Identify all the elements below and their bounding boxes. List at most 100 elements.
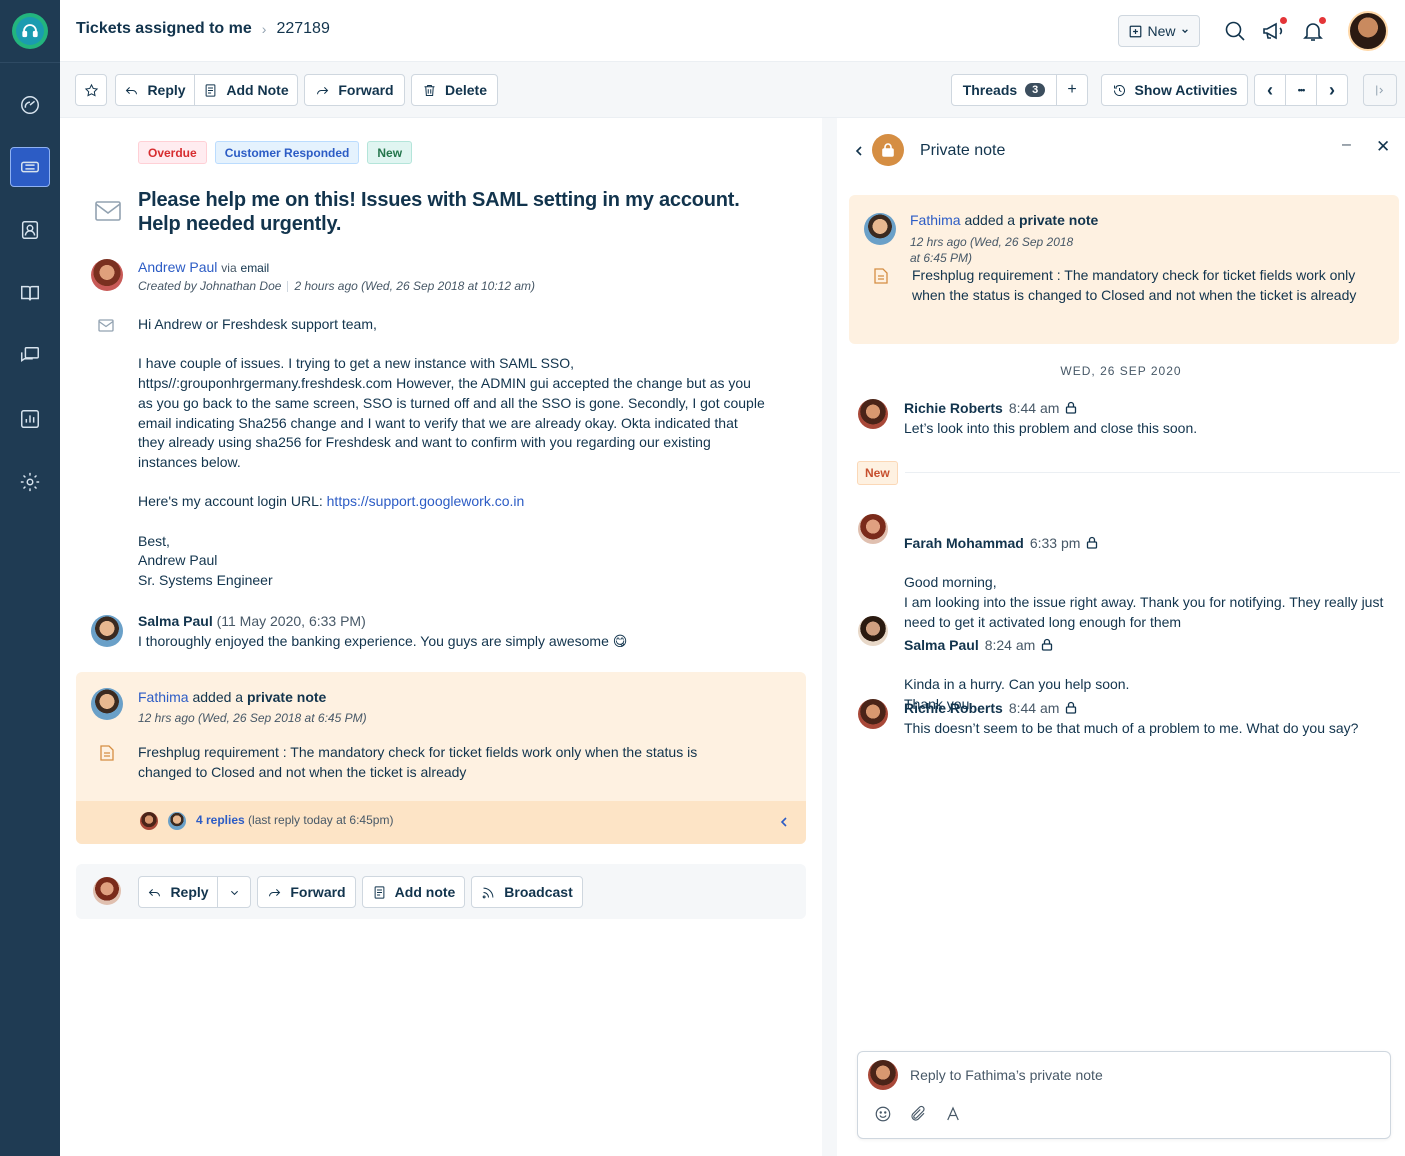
close-icon[interactable]: ✕: [1376, 137, 1390, 157]
add-thread-button[interactable]: +: [1056, 74, 1088, 106]
private-note-reply-box[interactable]: Reply to Fathima’s private note: [857, 1051, 1391, 1139]
login-url-link[interactable]: https://support.googlework.co.in: [327, 493, 525, 509]
add-note-button[interactable]: Add note: [362, 876, 465, 908]
note-body: Freshplug requirement : The mandatory ch…: [138, 744, 698, 780]
chevron-left-icon[interactable]: [778, 816, 790, 828]
forward-icon: [317, 86, 329, 94]
ticket-subject: Please help me on this! Issues with SAML…: [138, 189, 740, 235]
delete-button[interactable]: Delete: [411, 74, 498, 106]
ticket-toolbar: Reply Add Note Forward Delete Threads 3 …: [60, 62, 1405, 118]
announcement-dot: [1280, 17, 1287, 24]
fathima-avatar: [864, 213, 896, 245]
current-user-avatar: [868, 1060, 898, 1090]
body-paragraph: I have couple of issues. I trying to get…: [138, 355, 765, 470]
nav-dashboard-icon[interactable]: [10, 85, 50, 125]
next-ticket-button[interactable]: ›: [1316, 74, 1348, 106]
ticket-author-line: Andrew Paul via email: [138, 259, 269, 275]
top-header: Tickets assigned to me › 227189 New: [60, 0, 1405, 62]
thread-message: Richie Roberts 8:44 am This doesn’t seem …: [904, 699, 1384, 738]
delete-button-label: Delete: [444, 82, 488, 98]
show-activities-button[interactable]: Show Activities: [1101, 74, 1248, 106]
nav-contacts-icon[interactable]: [10, 210, 50, 250]
sign-best: Best,: [138, 532, 170, 549]
breadcrumb: Tickets assigned to me › 227189: [76, 20, 330, 38]
trash-icon: [424, 84, 435, 96]
message-time: 6:33 pm: [1029, 534, 1081, 551]
toggle-sidebar-button[interactable]: [1363, 74, 1397, 106]
announcement-icon[interactable]: [1259, 17, 1287, 45]
nav-tickets-icon[interactable]: [10, 147, 50, 187]
reply-button[interactable]: Reply: [138, 876, 218, 908]
farah-mohammad-avatar: [858, 514, 888, 544]
forward-button[interactable]: Forward: [257, 876, 356, 908]
more-options-button[interactable]: •••: [1285, 74, 1317, 106]
date-separator: WED, 26 SEP 2020: [1060, 364, 1182, 378]
threads-count-badge: 3: [1025, 83, 1046, 97]
panel-note-body: Freshplug requirement : The mandatory ch…: [912, 267, 1357, 303]
ticket-main: Overdue Customer Responded New Please he…: [60, 118, 837, 1156]
replies-link[interactable]: 4 replies: [196, 813, 245, 827]
forward-icon: [269, 888, 281, 896]
reply-author-line: Salma Paul (11 May 2020, 6:33 PM): [138, 613, 366, 629]
message-time: 8:44 am: [1008, 400, 1060, 416]
note-file-icon: [874, 268, 888, 284]
text-format-icon[interactable]: [944, 1105, 964, 1125]
star-button[interactable]: [75, 74, 107, 106]
note-author-line: Fathima added a private note: [138, 689, 326, 705]
history-icon: [1113, 84, 1125, 96]
reply-button[interactable]: Reply: [115, 74, 195, 106]
app-logo[interactable]: [12, 13, 48, 49]
note-meta: 12 hrs ago (Wed, 26 Sep 2018 at 6:45 PM): [138, 711, 367, 725]
search-icon[interactable]: [1221, 17, 1249, 45]
emoji-icon[interactable]: [874, 1105, 894, 1125]
add-note-button[interactable]: Add Note: [194, 74, 298, 106]
sign-title: Sr. Systems Engineer: [138, 572, 273, 589]
message-text: Let’s look into this problem and close t…: [904, 419, 1198, 436]
plus-square-icon: [1130, 25, 1142, 37]
new-messages-line: [905, 472, 1400, 473]
threads-button[interactable]: Threads 3: [951, 74, 1057, 106]
nav-solutions-icon[interactable]: [10, 273, 50, 313]
note-author[interactable]: Fathima: [138, 689, 189, 705]
replier-avatar-1: [138, 810, 160, 832]
user-avatar[interactable]: [1348, 11, 1388, 51]
forward-button[interactable]: Forward: [304, 74, 405, 106]
nav-forums-icon[interactable]: [10, 336, 50, 376]
broadcast-button[interactable]: Broadcast: [471, 876, 583, 908]
replier-avatar-2: [166, 810, 188, 832]
tag-new: New: [367, 141, 413, 164]
reply-text: I thoroughly enjoyed the banking experie…: [138, 633, 628, 649]
andrew-paul-avatar: [91, 259, 123, 291]
breadcrumb-root[interactable]: Tickets assigned to me: [76, 20, 252, 38]
note-icon: [374, 885, 385, 899]
reply-input[interactable]: Reply to Fathima’s private note: [910, 1067, 1103, 1083]
lock-icon: [1087, 536, 1098, 549]
ticket-id: 227189: [276, 20, 330, 37]
back-icon[interactable]: [854, 145, 864, 157]
left-sidebar: [0, 0, 60, 1156]
forward-button-label: Forward: [290, 884, 346, 900]
message-text: This doesn’t seem to be that much of a p…: [904, 719, 1359, 736]
previous-ticket-button[interactable]: ‹: [1254, 74, 1286, 106]
note-replies-footer[interactable]: 4 replies (last reply today at 6:45pm): [76, 801, 806, 844]
notification-dot: [1319, 17, 1326, 24]
star-icon: [84, 83, 98, 97]
reply-author: Salma Paul: [138, 613, 213, 629]
nav-reports-icon[interactable]: [10, 399, 50, 439]
attachment-icon[interactable]: [909, 1105, 929, 1125]
panel-note-author[interactable]: Fathima: [910, 212, 961, 228]
reply-options-dropdown[interactable]: [217, 876, 251, 908]
nav-settings-icon[interactable]: [10, 462, 50, 502]
bell-icon[interactable]: [1299, 17, 1327, 45]
new-button[interactable]: New: [1118, 15, 1200, 47]
message-author: Farah Mohammad: [904, 534, 1024, 551]
ticket-author[interactable]: Andrew Paul: [138, 259, 217, 275]
created-by: Created by Johnathan Doe: [138, 279, 282, 293]
via-prefix: via: [221, 261, 237, 275]
minimize-icon[interactable]: –: [1342, 136, 1351, 154]
lock-icon: [1066, 401, 1077, 414]
message-time: 8:24 am: [984, 636, 1036, 653]
panel-divider[interactable]: [822, 118, 837, 1156]
add-note-button-label: Add note: [394, 884, 456, 900]
chevron-down-icon: [1181, 29, 1188, 34]
